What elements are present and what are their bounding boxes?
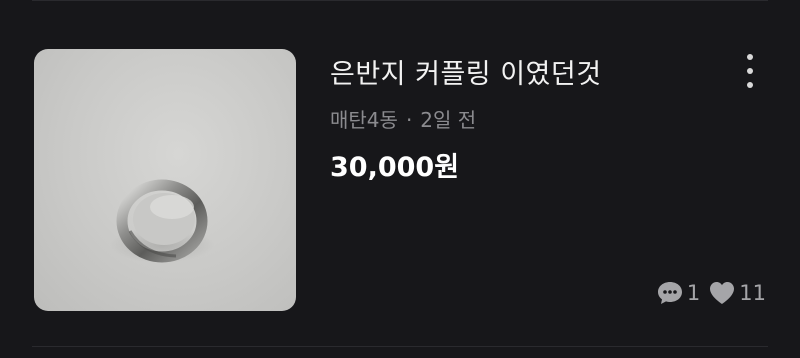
chat-bubble-icon [657,282,682,304]
listing-title[interactable]: 은반지 커플링 이였던것 [330,52,602,91]
meta-separator: · [405,108,413,132]
listing-thumbnail[interactable] [34,49,296,311]
more-vertical-icon-dot [747,82,753,88]
comments-count: 1 [686,281,701,305]
listing-price: 30,000원 [330,152,460,183]
more-vertical-icon-dot [747,54,753,60]
ring-photo-icon [110,179,214,263]
comments-stat: 1 [656,280,700,306]
likes-count: 11 [739,281,766,305]
listing-stats: 1 11 [656,278,766,308]
divider-bottom [32,346,768,347]
listing-meta: 매탄4동 · 2일 전 [330,104,476,133]
more-vertical-icon-dot [747,68,753,74]
likes-stat: 11 [708,280,766,306]
location-label: 매탄4동 [330,108,398,132]
listing-card[interactable]: 은반지 커플링 이였던것 매탄4동 · 2일 전 30,000원 1 11 [0,0,800,358]
time-ago-label: 2일 전 [420,108,477,132]
more-options-button[interactable] [740,54,760,88]
heart-icon [710,282,735,304]
